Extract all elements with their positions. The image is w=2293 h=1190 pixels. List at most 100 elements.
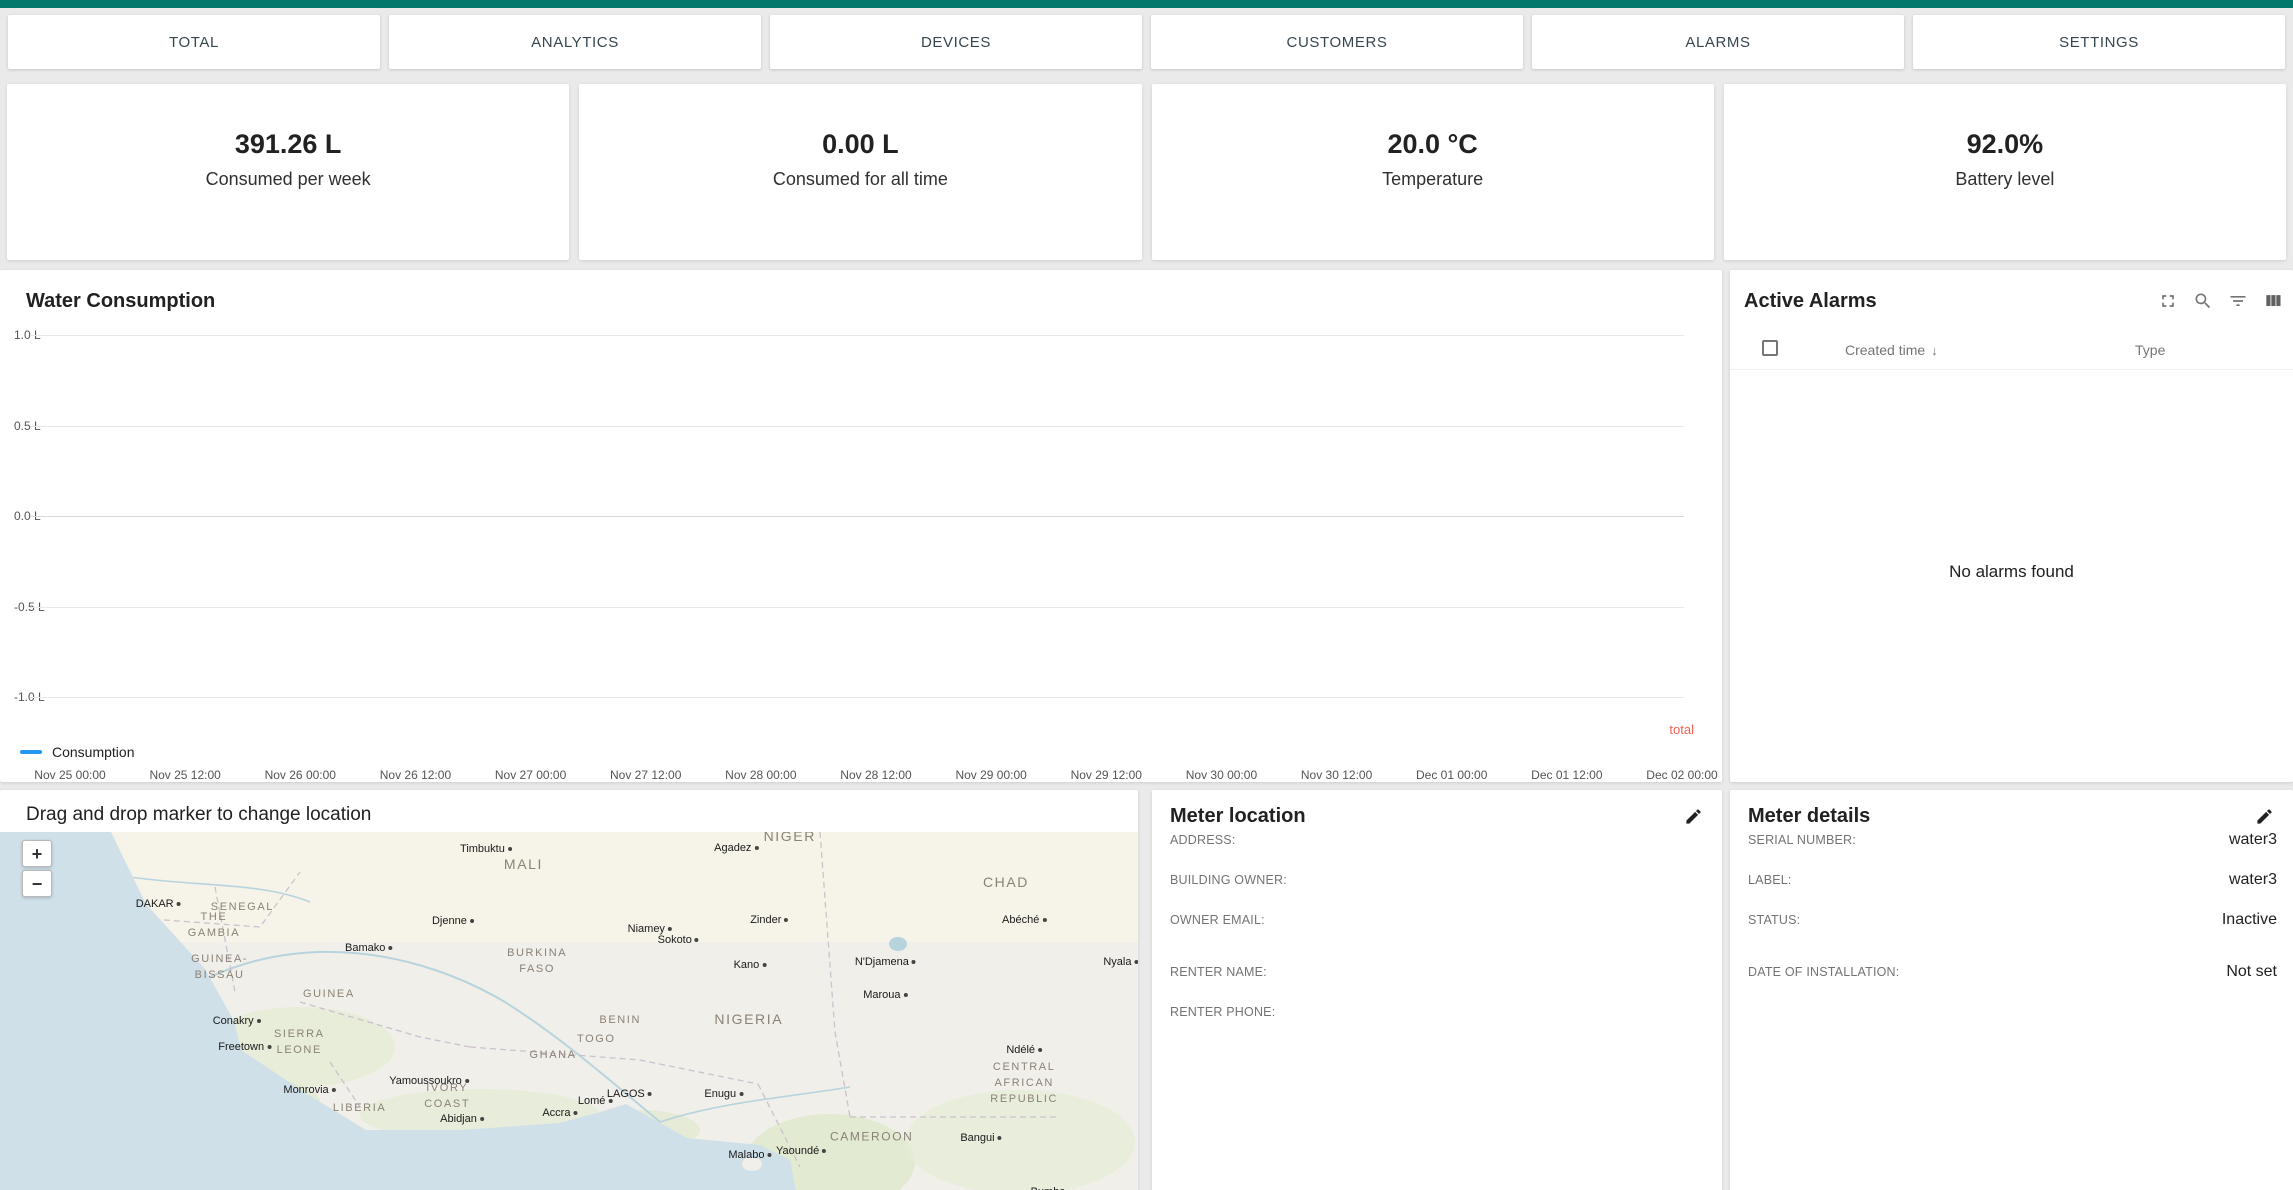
x-axis-label: Nov 29 00:00 <box>955 768 1026 782</box>
x-axis-label: Nov 30 12:00 <box>1301 768 1372 782</box>
field-row: ADDRESS: <box>1170 820 1706 860</box>
chart-gridline <box>30 697 1684 698</box>
city-dot-icon <box>177 902 181 906</box>
stat-card: 391.26 L Consumed per week <box>7 84 569 260</box>
column-created-time[interactable]: Created time↓ <box>1845 342 1938 358</box>
city-label: Yamoussoukro <box>389 1075 469 1087</box>
city-dot-icon <box>388 946 392 950</box>
city-dot-icon <box>608 1099 612 1103</box>
chart-gridline <box>30 607 1684 608</box>
city-dot-icon <box>668 927 672 931</box>
dashboard-tab[interactable]: SETTINGS <box>1913 15 2285 69</box>
map-labels-layer: NIGER MALI CHAD SENEGAL THE GAMBIA GUINE… <box>0 832 1138 1190</box>
city-dot-icon <box>754 846 758 850</box>
chart-gridline <box>30 335 1684 336</box>
created-time-label: Created time <box>1845 342 1925 358</box>
city-dot-icon <box>739 1092 743 1096</box>
city-label: Maroua <box>863 989 907 1001</box>
city-label: DAKAR <box>136 898 181 910</box>
total-series-label[interactable]: total <box>1669 722 1694 737</box>
dashboard-tab[interactable]: ALARMS <box>1532 15 1904 69</box>
alarms-table-header: Created time↓ Type <box>1730 328 2293 370</box>
city-name: Abidjan <box>440 1113 477 1125</box>
city-label: Bumba <box>1031 1186 1073 1190</box>
column-type[interactable]: Type <box>2135 342 2165 358</box>
city-dot-icon <box>465 1079 469 1083</box>
x-axis-label: Nov 29 12:00 <box>1071 768 1142 782</box>
dashboard-tab[interactable]: CUSTOMERS <box>1151 15 1523 69</box>
chart-plot-area[interactable] <box>30 335 1684 697</box>
map-viewport[interactable]: NIGER MALI CHAD SENEGAL THE GAMBIA GUINE… <box>0 832 1138 1190</box>
search-icon[interactable] <box>2193 290 2215 312</box>
city-dot-icon <box>998 1136 1002 1140</box>
stat-value: 92.0% <box>1967 129 2044 160</box>
city-label: Accra <box>542 1107 577 1119</box>
meter-map-card: Drag and drop marker to change location <box>0 790 1138 1190</box>
city-label: Kano <box>734 959 767 971</box>
dashboard-tab[interactable]: ANALYTICS <box>389 15 761 69</box>
city-name: Lomé <box>578 1095 606 1107</box>
meter-details-card: Meter details SERIAL NUMBER: water3 LABE… <box>1730 790 2293 1190</box>
x-axis-label: Dec 01 12:00 <box>1531 768 1602 782</box>
dashboard-tab[interactable]: TOTAL <box>8 15 380 69</box>
stat-value: 391.26 L <box>235 129 342 160</box>
city-name: Nyala <box>1103 956 1131 968</box>
field-label: DATE OF INSTALLATION: <box>1748 965 1899 979</box>
city-label: Lomé <box>578 1095 613 1107</box>
water-consumption-card: Water Consumption 1.0 L0.5 L0.0 L-0.5 L-… <box>0 270 1722 782</box>
field-row: OWNER EMAIL: <box>1170 900 1706 940</box>
stat-label: Consumed per week <box>206 169 371 190</box>
chart-gridline <box>30 426 1684 427</box>
city-label: N'Djamena <box>855 956 916 968</box>
field-row: SERIAL NUMBER: water3 <box>1748 820 2277 860</box>
city-name: Agadez <box>714 842 751 854</box>
country-label: NIGER <box>764 832 816 846</box>
city-name: Malabo <box>728 1149 764 1161</box>
dashboard-tab[interactable]: DEVICES <box>770 15 1142 69</box>
city-label: Abidjan <box>440 1113 484 1125</box>
field-value: water3 <box>2229 871 2277 889</box>
city-name: Kano <box>734 959 760 971</box>
city-label: Abéché <box>1002 914 1046 926</box>
country-label: BURKINA FASO <box>507 946 567 978</box>
legend-line-icon <box>20 750 42 754</box>
city-dot-icon <box>822 1149 826 1153</box>
city-dot-icon <box>912 960 916 964</box>
stat-value: 20.0 °C <box>1387 129 1477 160</box>
fullscreen-icon[interactable] <box>2158 290 2180 312</box>
map-zoom-control: + − <box>22 840 52 897</box>
filter-icon[interactable] <box>2228 290 2250 312</box>
stat-card: 20.0 °C Temperature <box>1152 84 1714 260</box>
country-label: BENIN <box>599 1013 641 1029</box>
chart-legend[interactable]: Consumption <box>20 744 135 760</box>
city-name: Niamey <box>628 923 665 935</box>
zoom-out-button[interactable]: − <box>22 870 52 897</box>
city-label: Nyala <box>1103 956 1138 968</box>
city-dot-icon <box>904 993 908 997</box>
field-label: BUILDING OWNER: <box>1170 873 1287 887</box>
meter-location-card: Meter location ADDRESS: BUILDING OWNER: … <box>1152 790 1722 1190</box>
stat-card: 0.00 L Consumed for all time <box>579 84 1141 260</box>
x-axis-label: Nov 28 00:00 <box>725 768 796 782</box>
city-label: Djenne <box>432 915 474 927</box>
city-name: Bangui <box>960 1132 994 1144</box>
columns-icon[interactable] <box>2263 290 2285 312</box>
city-name: Freetown <box>218 1041 264 1053</box>
city-dot-icon <box>762 963 766 967</box>
select-all-checkbox[interactable] <box>1762 340 1778 356</box>
x-axis-label: Nov 30 00:00 <box>1186 768 1257 782</box>
city-name: Accra <box>542 1107 570 1119</box>
zoom-in-button[interactable]: + <box>22 840 52 867</box>
dashboard-state-tabs: TOTAL ANALYTICS DEVICES CUSTOMERS ALARMS… <box>8 15 2285 69</box>
x-axis-label: Nov 25 12:00 <box>149 768 220 782</box>
city-label: Niamey <box>628 923 672 935</box>
city-dot-icon <box>784 918 788 922</box>
country-label: CAMEROON <box>830 1128 913 1145</box>
city-label: Freetown <box>218 1041 271 1053</box>
field-row: RENTER NAME: <box>1170 952 1706 992</box>
city-name: Sokoto <box>658 934 692 946</box>
city-name: Bumba <box>1031 1186 1066 1190</box>
legend-label: Consumption <box>52 744 135 760</box>
city-name: Maroua <box>863 989 900 1001</box>
city-dot-icon <box>1038 1048 1042 1052</box>
